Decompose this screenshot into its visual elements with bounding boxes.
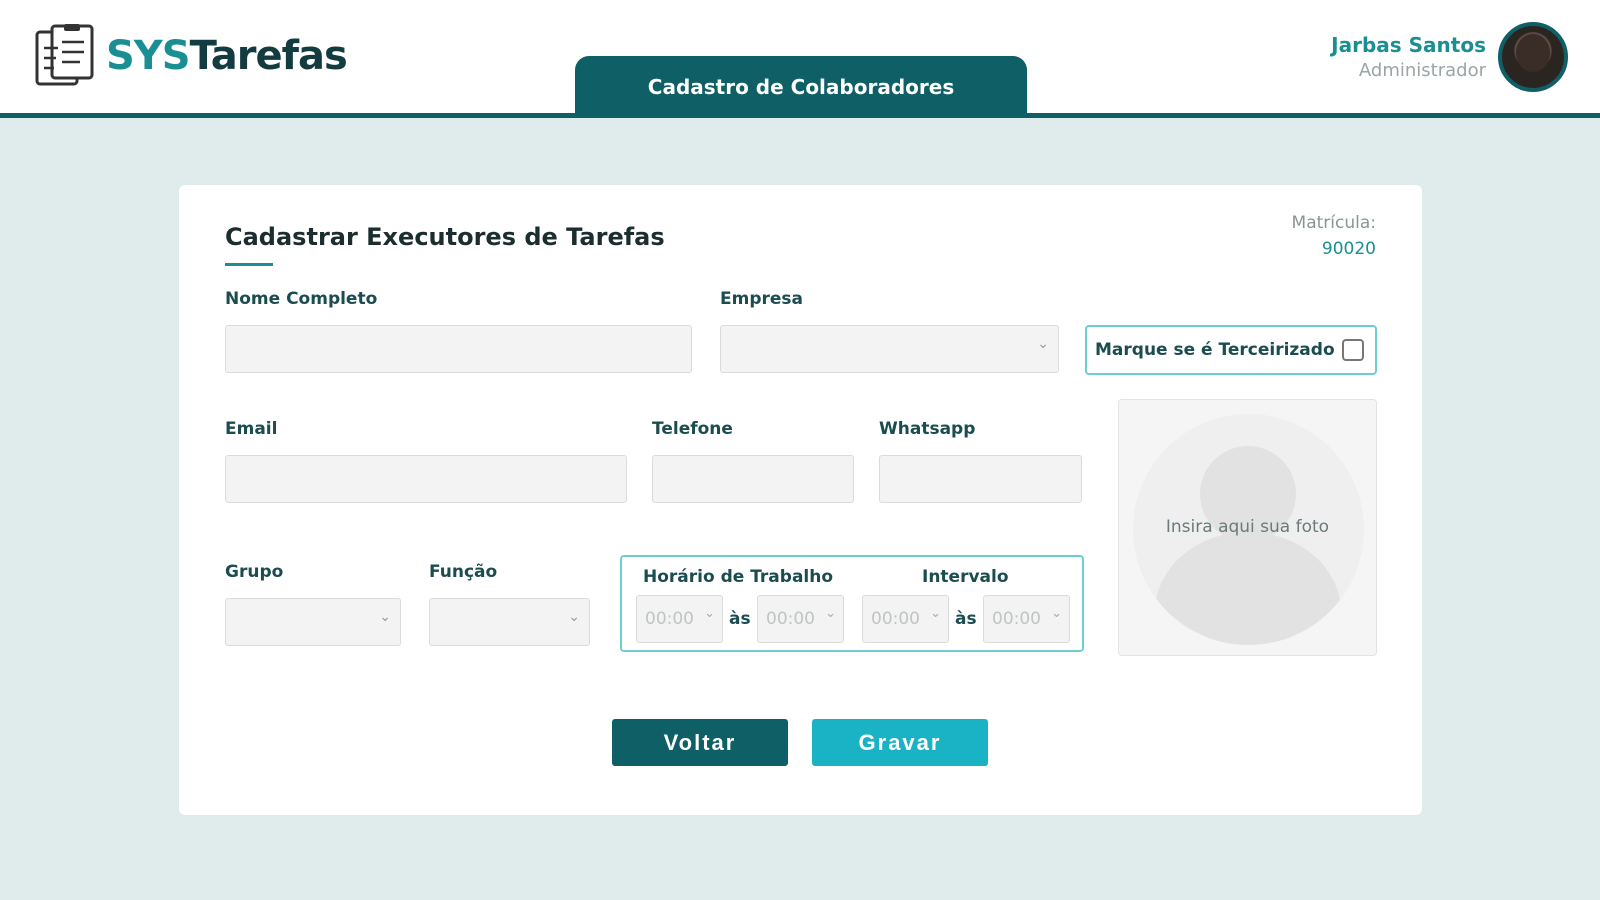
work-end-select[interactable]: 00:00 (757, 595, 844, 643)
user-name: Jarbas Santos (1331, 33, 1486, 57)
avatar[interactable] (1498, 22, 1568, 92)
work-start-value: 00:00 (645, 609, 694, 629)
page-tab-cadastro[interactable]: Cadastro de Colaboradores (575, 56, 1027, 118)
break-end-select[interactable]: 00:00 (983, 595, 1070, 643)
logo[interactable]: SYSTarefas (34, 24, 348, 88)
nome-completo-label: Nome Completo (225, 289, 378, 309)
logo-text-tarefas: Tarefas (189, 33, 348, 79)
form-card: Cadastrar Executores de Tarefas Matrícul… (179, 185, 1422, 815)
intervalo-label: Intervalo (922, 567, 1009, 587)
terceirizado-toggle[interactable]: Marque se é Terceirizado (1085, 325, 1377, 375)
break-start-value: 00:00 (871, 609, 920, 629)
terceirizado-label: Marque se é Terceirizado (1095, 340, 1335, 360)
title-underline (225, 263, 273, 266)
form-title: Cadastrar Executores de Tarefas (225, 223, 665, 251)
nome-completo-input[interactable] (225, 325, 692, 373)
email-input[interactable] (225, 455, 627, 503)
empresa-select[interactable] (720, 325, 1059, 373)
voltar-button[interactable]: Voltar (612, 719, 788, 766)
logo-text-sys: SYS (106, 33, 191, 79)
break-start-select[interactable]: 00:00 (862, 595, 949, 643)
empresa-label: Empresa (720, 289, 803, 309)
user-role: Administrador (1358, 60, 1486, 81)
user-info: Jarbas Santos Administrador (1331, 33, 1486, 81)
photo-upload[interactable]: Insira aqui sua foto (1118, 399, 1377, 656)
horario-group: Horário de Trabalho Intervalo 00:00 às 0… (620, 555, 1084, 652)
matricula-value: 90020 (1321, 239, 1376, 259)
app-header: SYSTarefas Cadastro de Colaboradores Jar… (0, 0, 1600, 118)
break-end-value: 00:00 (992, 609, 1041, 629)
telefone-label: Telefone (652, 419, 733, 439)
grupo-label: Grupo (225, 562, 284, 582)
terceirizado-checkbox[interactable] (1341, 339, 1364, 361)
matricula-label: Matrícula: (1291, 213, 1376, 233)
funcao-select[interactable] (429, 598, 590, 646)
whatsapp-input[interactable] (879, 455, 1082, 503)
telefone-input[interactable] (652, 455, 854, 503)
work-start-select[interactable]: 00:00 (636, 595, 723, 643)
email-label: Email (225, 419, 278, 439)
work-end-value: 00:00 (766, 609, 815, 629)
funcao-label: Função (429, 562, 498, 582)
as-separator: às (955, 609, 977, 629)
logo-text: SYSTarefas (106, 33, 348, 79)
user-profile[interactable]: Jarbas Santos Administrador (1331, 22, 1568, 92)
matricula: Matrícula: 90020 (1292, 213, 1376, 259)
whatsapp-label: Whatsapp (879, 419, 976, 439)
gravar-button[interactable]: Gravar (812, 719, 988, 766)
as-separator: às (729, 609, 751, 629)
photo-placeholder-text: Insira aqui sua foto (1165, 517, 1330, 537)
clipboard-icon (35, 24, 94, 86)
horario-trabalho-label: Horário de Trabalho (643, 567, 834, 587)
grupo-select[interactable] (225, 598, 401, 646)
